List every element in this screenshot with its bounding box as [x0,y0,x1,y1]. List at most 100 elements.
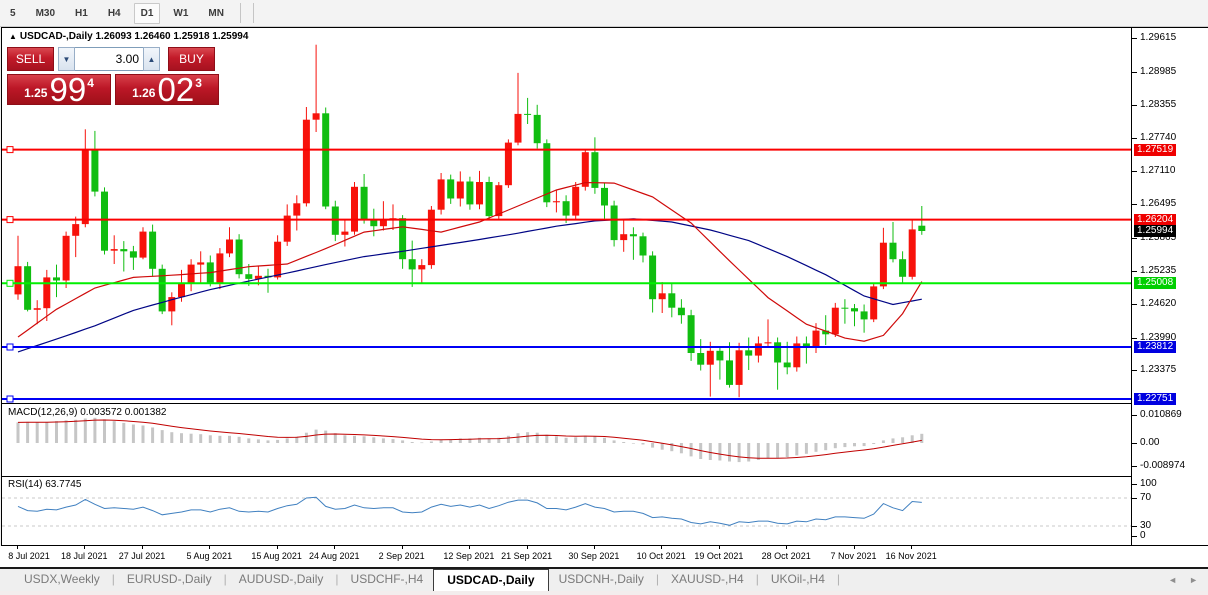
date-label: 5 Aug 2021 [186,551,233,561]
candle [841,299,849,324]
candle [322,107,330,210]
candle [129,245,137,270]
candle [456,171,464,207]
one-click-trade-panel: SELL ▼ ▲ BUY 1.25 99 4 1.26 02 3 [7,47,219,108]
date-label: 30 Sep 2021 [568,551,620,561]
date-tick [17,546,18,549]
sell-price-display[interactable]: 1.25 99 4 [7,73,111,106]
candle [53,264,60,298]
horizontal-line[interactable] [2,395,1131,403]
timeframe-button-5[interactable]: 5 [3,3,23,24]
candle [533,104,541,149]
candle [33,300,41,325]
chart-tab-usdx[interactable]: USDX,Weekly [14,569,110,591]
candle [427,206,435,269]
date-label: 27 Jul 2021 [118,551,166,561]
buy-price-prefix: 1.26 [132,86,156,100]
price-line-label: 1.23812 [1134,341,1177,353]
candle [802,336,810,364]
candle [658,282,666,313]
date-axis[interactable]: 8 Jul 2021 18 Jul 2021 27 Jul 2021 5 Aug 20… [0,546,1208,567]
tab-scroll-left-icon[interactable]: ◄ [1168,575,1177,585]
date-label: 7 Nov 2021 [830,551,877,561]
candle [485,176,493,221]
rsi-line [17,496,922,526]
timeframe-button-h1[interactable]: H1 [68,3,95,24]
candle [476,170,483,210]
toolbar-separator [252,3,254,23]
candle [745,337,753,370]
candle [302,107,310,207]
chart-tab-usdcnh[interactable]: USDCNH-,Daily [549,569,654,591]
sell-button[interactable]: SELL [7,47,54,71]
candle [851,304,858,327]
candle [389,204,397,230]
date-tick [334,546,336,549]
volume-input[interactable] [75,47,143,71]
chart-tab-usdchf[interactable]: USDCHF-,H4 [341,569,434,591]
candle [110,235,118,264]
candle [331,200,339,242]
date-tick [661,546,663,549]
candle [706,341,714,397]
candle [591,137,599,194]
buy-button[interactable]: BUY [168,47,215,71]
date-label: 16 Nov 2021 [885,551,937,561]
tab-separator: | [111,572,115,586]
candle [716,347,724,380]
candle [889,222,897,263]
candle [91,130,99,197]
candle [860,304,868,333]
timeframe-button-d1[interactable]: D1 [133,2,161,24]
candle [351,182,358,235]
candle [908,219,916,280]
tab-scroll-right-icon[interactable]: ► [1189,575,1198,585]
price-line-label: 1.22751 [1134,393,1177,405]
chart-tab-usdcad[interactable]: USDCAD-,Daily [433,569,549,591]
candle [408,240,416,287]
date-label: 24 Aug 2021 [309,551,360,561]
timeframe-button-h4[interactable]: H4 [101,3,128,24]
candle [120,241,128,272]
candle [101,187,108,255]
buy-price-pip-digit: 3 [195,76,202,90]
candle [341,219,349,247]
volume-decrease-button[interactable]: ▼ [58,47,75,71]
volume-increase-button[interactable]: ▲ [143,47,160,71]
chart-header: ▲ USDCAD-,Daily 1.26093 1.26460 1.25918 1… [9,31,248,42]
date-tick [526,546,528,549]
chart-tab-xauusd[interactable]: XAUUSD-,H4 [661,569,754,591]
chart-tab-eurusd[interactable]: EURUSD-,Daily [117,569,222,591]
chart-ohlc-values: 1.26093 1.26460 1.25918 1.25994 [95,31,249,42]
rsi-tick-label: 0 [1140,530,1146,541]
timeframe-button-m30[interactable]: M30 [29,3,62,24]
price-axis[interactable]: 1.29615 1.28985 1.28355 1.27740 1.27110 1.264… [1132,27,1208,546]
candle [504,139,512,188]
macd-tick [1132,415,1137,416]
sell-price-prefix: 1.25 [24,86,48,100]
tab-scroll-arrows: ◄ ► [1168,569,1208,591]
candle [197,251,205,284]
timeframe-button-w1[interactable]: W1 [166,3,195,24]
price-tick-label: 1.24620 [1140,298,1177,309]
candle [206,255,214,287]
date-label: 28 Oct 2021 [761,551,811,561]
chart-tab-bar: USDX,Weekly | EURUSD-,Daily | AUDUSD-,Daily |… [0,569,1208,591]
horizontal-line[interactable] [2,343,1131,351]
symbol-arrow-icon: ▲ [9,32,17,41]
buy-price-big-digits: 02 [157,71,195,108]
candle [418,259,426,284]
candle [687,309,695,361]
chart-tab-ukoil[interactable]: UKOil-,H4 [761,569,835,591]
candle [72,216,80,258]
candle [620,219,628,252]
horizontal-line[interactable] [2,146,1131,154]
date-tick [911,546,913,549]
buy-price-display[interactable]: 1.26 02 3 [115,71,219,108]
candle [899,251,907,284]
candle [360,174,368,224]
chart-tab-audusd[interactable]: AUDUSD-,Daily [229,569,334,591]
timeframe-button-mn[interactable]: MN [201,3,231,24]
candle [581,150,589,191]
horizontal-line[interactable] [2,279,1131,287]
